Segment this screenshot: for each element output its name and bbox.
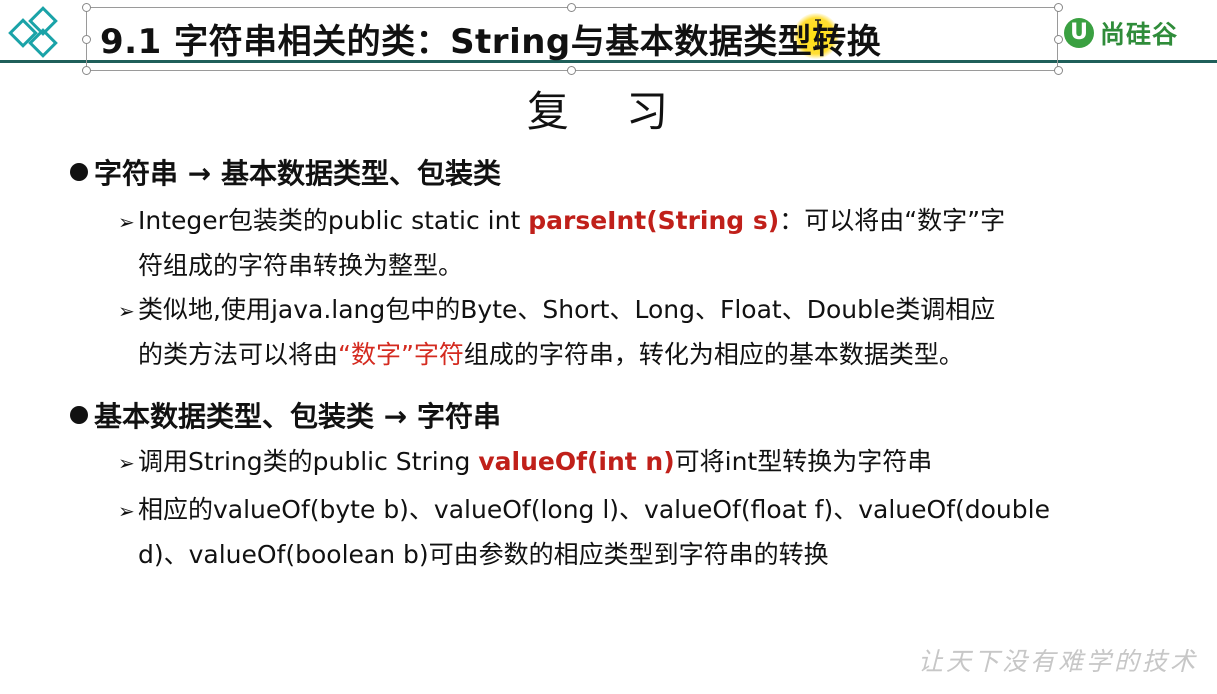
slide-title[interactable]: 9.1 字符串相关的类：String与基本数据类型转换 <box>100 14 881 63</box>
section-bullet: 字符串 → 基本数据类型、包装类 <box>70 152 501 192</box>
slide: 9.1 字符串相关的类：String与基本数据类型转换 U 尚硅谷 复 习 字符… <box>0 0 1217 694</box>
resize-handle[interactable] <box>82 66 91 75</box>
item-continuation: 符组成的字符串转换为整型。 <box>138 251 464 280</box>
item-text: 的类方法可以将由 <box>138 340 339 369</box>
item-continuation: d)、valueOf(boolean b)可由参数的相应类型到字符串的转换 <box>138 540 829 569</box>
item-text: 组成的字符串，转化为相应的基本数据类型。 <box>463 340 964 369</box>
resize-handle[interactable] <box>1054 35 1063 44</box>
list-item: ➢ 相应的valueOf(byte b)、valueOf(long l)、valu… <box>118 488 1050 577</box>
arrow-right-icon: ➢ <box>118 299 135 323</box>
item-continuation: 的类方法可以将由“数字”字符组成的字符串，转化为相应的基本数据类型。 <box>118 333 995 377</box>
brand-mark: U <box>1064 18 1094 48</box>
brand-logo: U 尚硅谷 <box>1064 15 1178 51</box>
method-name: valueOf(int n) <box>478 447 675 476</box>
resize-handle[interactable] <box>82 3 91 12</box>
section-title: 基本数据类型、包装类 → 字符串 <box>94 400 501 433</box>
bullet-dot <box>70 163 88 181</box>
item-text: 类似地,使用java.lang包中的Byte、Short、Long、Float、… <box>138 295 996 324</box>
item-text: 调用String类的public String <box>138 447 479 476</box>
resize-handle[interactable] <box>1054 3 1063 12</box>
arrow-right-icon: ➢ <box>118 210 135 234</box>
method-name: parseInt(String s) <box>528 206 780 235</box>
section-title: 字符串 → 基本数据类型、包装类 <box>94 157 501 190</box>
text-cursor-icon <box>815 19 821 47</box>
section-bullet: 基本数据类型、包装类 → 字符串 <box>70 395 501 435</box>
item-text: 相应的valueOf(byte b)、valueOf(long l)、value… <box>138 495 1050 524</box>
bullet-dot <box>70 406 88 424</box>
emphasis-text: “数字”字符 <box>338 340 464 369</box>
item-text: ：可以将由“数字”字 <box>779 206 1006 235</box>
item-text: Integer包装类的public static int <box>138 206 529 235</box>
brand-name: 尚硅谷 <box>1100 20 1179 49</box>
resize-handle[interactable] <box>567 3 576 12</box>
resize-handle[interactable] <box>1054 66 1063 75</box>
slide-heading: 复 习 <box>526 87 691 136</box>
resize-handle[interactable] <box>82 35 91 44</box>
resize-handle[interactable] <box>567 66 576 75</box>
watermark: 让天下没有难学的技术 <box>918 647 1199 676</box>
arrow-right-icon: ➢ <box>118 451 135 475</box>
list-item: ➢ 类似地,使用java.lang包中的Byte、Short、Long、Float… <box>118 288 995 377</box>
arrow-right-icon: ➢ <box>118 499 135 523</box>
item-text: 可将int型转换为字符串 <box>674 447 933 476</box>
diamond-logo-icon <box>8 6 58 58</box>
list-item: ➢ 调用String类的public String valueOf(int n)可… <box>118 440 932 485</box>
list-item: ➢ Integer包装类的public static int parseInt(S… <box>118 199 1005 288</box>
